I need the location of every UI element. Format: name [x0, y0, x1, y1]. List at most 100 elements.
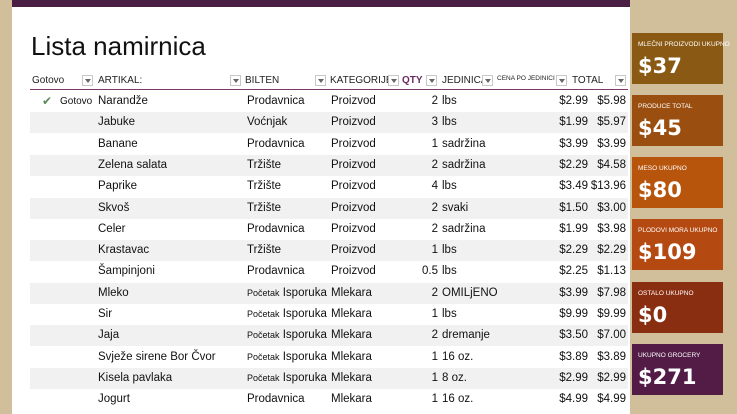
- item-category[interactable]: Proizvod: [331, 198, 376, 219]
- item-category[interactable]: Proizvod: [331, 155, 376, 176]
- table-row[interactable]: Jabuke Voćnjak Proizvod 3 lbs $1.99 $5.97: [30, 112, 628, 134]
- item-category[interactable]: Mlekara: [331, 325, 372, 346]
- item-source[interactable]: Voćnjak: [247, 112, 287, 133]
- item-name[interactable]: Šampinjoni: [98, 261, 155, 282]
- item-qty[interactable]: 1: [400, 368, 438, 389]
- item-category[interactable]: Mlekara: [331, 347, 372, 368]
- item-source[interactable]: Početak Isporuka: [247, 304, 327, 325]
- item-source[interactable]: Prodavnica: [247, 91, 305, 112]
- item-name[interactable]: Jaja: [98, 325, 119, 346]
- column-header-source[interactable]: BILTEN: [245, 72, 279, 89]
- item-unit[interactable]: lbs: [442, 240, 457, 261]
- item-name[interactable]: Mleko: [98, 283, 129, 304]
- item-qty[interactable]: 1: [400, 134, 438, 155]
- table-row[interactable]: Svježe sirene Bor Čvor Početak Isporuka Ml…: [30, 347, 628, 368]
- item-qty[interactable]: 2: [400, 91, 438, 112]
- item-name[interactable]: Narandže: [98, 91, 148, 112]
- item-category[interactable]: Proizvod: [331, 261, 376, 282]
- filter-dropdown-category[interactable]: [388, 75, 399, 86]
- item-qty[interactable]: 2: [400, 155, 438, 176]
- table-row[interactable]: Jogurt Prodavnica Mlekara 1 16 oz. $4.99 $4.99: [30, 389, 628, 410]
- table-row[interactable]: Paprike Tržište Proizvod 4 lbs $3.49 $13.96: [30, 176, 628, 197]
- item-unit[interactable]: lbs: [442, 304, 457, 325]
- item-source[interactable]: Prodavnica: [247, 389, 305, 410]
- item-unit[interactable]: 8 oz.: [442, 368, 467, 389]
- item-name[interactable]: Celer: [98, 219, 125, 240]
- item-unit[interactable]: svaki: [442, 198, 468, 219]
- item-category[interactable]: Proizvod: [331, 240, 376, 261]
- filter-dropdown-done[interactable]: [82, 75, 93, 86]
- item-category[interactable]: Mlekara: [331, 304, 372, 325]
- item-name[interactable]: Jogurt: [98, 389, 130, 410]
- filter-dropdown-total[interactable]: [615, 75, 626, 86]
- item-qty[interactable]: 1: [400, 240, 438, 261]
- item-source[interactable]: Tržište: [247, 198, 281, 219]
- column-header-item[interactable]: ARTIKAL:: [98, 72, 142, 89]
- item-name[interactable]: Svježe sirene Bor Čvor: [98, 347, 216, 368]
- item-category[interactable]: Proizvod: [331, 112, 376, 133]
- item-name[interactable]: Skvoš: [98, 198, 129, 219]
- item-qty[interactable]: 2: [400, 283, 438, 304]
- item-qty[interactable]: 0.5: [400, 261, 438, 282]
- item-qty[interactable]: 2: [400, 325, 438, 346]
- table-row[interactable]: Sir Početak Isporuka Mlekara 1 lbs $9.99 $9.99: [30, 304, 628, 325]
- table-row[interactable]: ✔ Gotovo Narandže Prodavnica Proizvod 2 lbs $2.…: [30, 91, 628, 112]
- item-qty[interactable]: 2: [400, 219, 438, 240]
- column-header-unit[interactable]: JEDINICA: [442, 72, 488, 89]
- item-unit[interactable]: lbs: [442, 91, 457, 112]
- item-source[interactable]: Prodavnica: [247, 134, 305, 155]
- item-unit[interactable]: sadržina: [442, 219, 485, 240]
- item-name[interactable]: Krastavac: [98, 240, 149, 261]
- item-name[interactable]: Banane: [98, 134, 138, 155]
- filter-dropdown-unit[interactable]: [482, 75, 493, 86]
- column-header-total[interactable]: TOTAL: [572, 72, 603, 89]
- item-name[interactable]: Kisela pavlaka: [98, 368, 172, 389]
- item-unit[interactable]: lbs: [442, 112, 457, 133]
- item-source[interactable]: Tržište: [247, 240, 281, 261]
- table-row[interactable]: Mleko Početak Isporuka Mlekara 2 OMILjENO $3.…: [30, 282, 628, 304]
- table-row[interactable]: Šampinjoni Prodavnica Proizvod 0.5 lbs $2.25 $…: [30, 261, 628, 282]
- item-unit[interactable]: 16 oz.: [442, 389, 473, 410]
- item-qty[interactable]: 4: [400, 176, 438, 197]
- table-row[interactable]: Zelena salata Tržište Proizvod 2 sadržina $2.…: [30, 154, 628, 176]
- item-name[interactable]: Zelena salata: [98, 155, 167, 176]
- item-category[interactable]: Proizvod: [331, 134, 376, 155]
- item-source[interactable]: Početak Isporuka: [247, 347, 327, 368]
- item-qty[interactable]: 1: [400, 389, 438, 410]
- item-name[interactable]: Paprike: [98, 176, 137, 197]
- table-row[interactable]: Skvoš Tržište Proizvod 2 svaki $1.50 $3.00: [30, 197, 628, 219]
- item-category[interactable]: Proizvod: [331, 176, 376, 197]
- table-row[interactable]: Kisela pavlaka Početak Isporuka Mlekara 1 8 …: [30, 367, 628, 389]
- table-row[interactable]: Krastavac Tržište Proizvod 1 lbs $2.29 $2.29: [30, 240, 628, 262]
- item-category[interactable]: Mlekara: [331, 389, 372, 410]
- filter-dropdown-qty[interactable]: [426, 75, 437, 86]
- check-icon[interactable]: ✔: [42, 91, 52, 112]
- table-row[interactable]: Celer Prodavnica Proizvod 2 sadržina $1.99 $3.…: [30, 219, 628, 240]
- item-source[interactable]: Tržište: [247, 155, 281, 176]
- filter-dropdown-source[interactable]: [315, 75, 326, 86]
- item-source[interactable]: Početak Isporuka: [247, 283, 327, 304]
- item-qty[interactable]: 1: [400, 347, 438, 368]
- table-row[interactable]: Banane Prodavnica Proizvod 1 sadržina $3.99 $3…: [30, 134, 628, 155]
- item-source[interactable]: Početak Isporuka: [247, 368, 327, 389]
- item-unit[interactable]: sadržina: [442, 134, 485, 155]
- column-header-category[interactable]: KATEGORIJE: [330, 72, 393, 89]
- column-header-done[interactable]: Gotovo: [32, 72, 64, 89]
- column-header-qty[interactable]: QTY: [402, 72, 423, 89]
- item-unit[interactable]: lbs: [442, 176, 457, 197]
- item-category[interactable]: Mlekara: [331, 368, 372, 389]
- table-row[interactable]: Jaja Početak Isporuka Mlekara 2 dremanje $3.5…: [30, 325, 628, 347]
- item-qty[interactable]: 1: [400, 304, 438, 325]
- item-unit[interactable]: OMILjENO: [442, 283, 498, 304]
- item-category[interactable]: Proizvod: [331, 91, 376, 112]
- column-header-price[interactable]: CENA PO JEDINICI: [497, 70, 555, 87]
- item-unit[interactable]: dremanje: [442, 325, 490, 346]
- item-category[interactable]: Proizvod: [331, 219, 376, 240]
- item-qty[interactable]: 2: [400, 198, 438, 219]
- item-source[interactable]: Početak Isporuka: [247, 325, 327, 346]
- filter-dropdown-price[interactable]: [556, 75, 567, 86]
- filter-dropdown-item[interactable]: [230, 75, 241, 86]
- item-name[interactable]: Sir: [98, 304, 112, 325]
- item-unit[interactable]: sadržina: [442, 155, 485, 176]
- item-unit[interactable]: 16 oz.: [442, 347, 473, 368]
